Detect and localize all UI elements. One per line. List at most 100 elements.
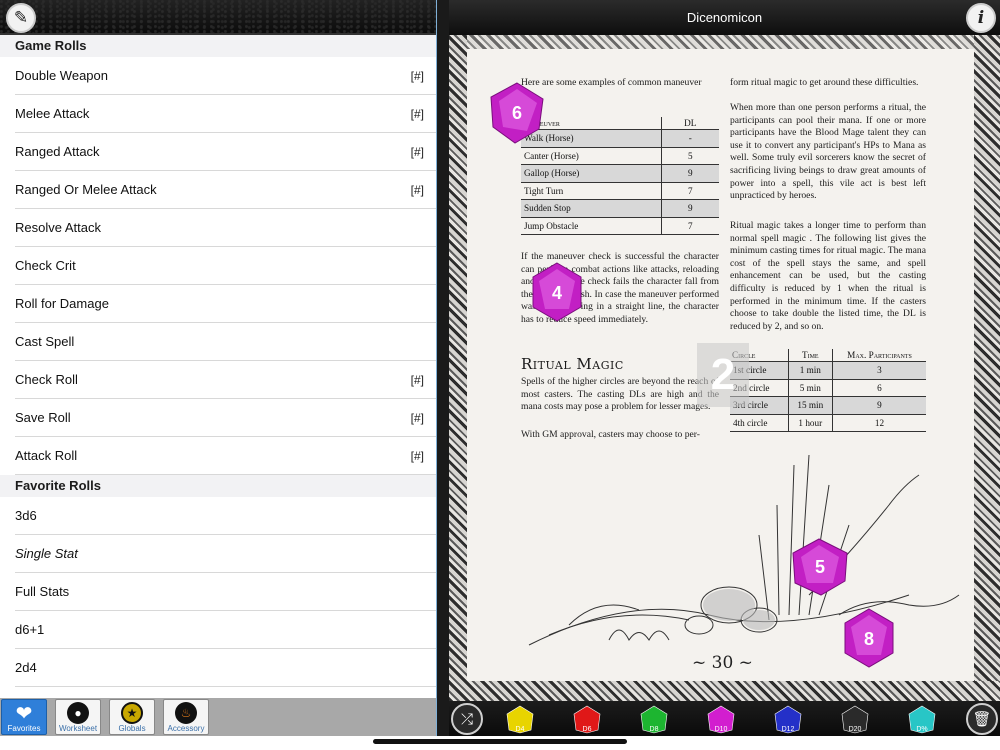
trash-button[interactable]: 🗑 xyxy=(966,703,998,735)
roll-row[interactable]: 3d6 xyxy=(0,497,436,535)
roll-row[interactable]: Check Crit xyxy=(0,247,436,285)
overlay-number: 2 xyxy=(697,343,749,407)
roll-label: Single Stat xyxy=(15,546,78,561)
table-cell: 7 xyxy=(660,217,719,235)
roll-row[interactable]: Save Roll [#] xyxy=(0,399,436,437)
roll-row[interactable]: Full Stats xyxy=(0,573,436,611)
rolled-die[interactable]: 8 xyxy=(841,607,897,669)
die-label: D8 xyxy=(649,726,659,733)
table-cell: 5 xyxy=(660,147,719,165)
die-face: 8 xyxy=(864,629,874,649)
roll-label: 2d4 xyxy=(15,660,37,675)
right-column-line: form ritual magic to get around these di… xyxy=(730,77,919,88)
circle-table: Circle Time Max. Participants 1st circle… xyxy=(730,349,926,432)
variable-tag: [#] xyxy=(410,107,424,121)
roll-row[interactable]: Melee Attack [#] xyxy=(0,95,436,133)
roll-label: 3d6 xyxy=(15,508,37,523)
roll-row[interactable]: d6+1 xyxy=(0,611,436,649)
roll-row[interactable]: Attack Roll [#] xyxy=(0,437,436,475)
die-button-d8[interactable]: D8 xyxy=(639,704,669,734)
rulebook-page[interactable]: Here are some examples of common maneuve… xyxy=(449,35,1000,701)
heart-icon: ❤ xyxy=(13,702,35,725)
rolled-die[interactable]: 4 xyxy=(529,261,585,323)
variable-tag: [#] xyxy=(410,411,424,425)
roll-label: Melee Attack xyxy=(15,106,90,121)
die-button-d10[interactable]: D10 xyxy=(706,704,736,734)
rolled-die[interactable]: 6 xyxy=(487,81,547,145)
roll-label: Save Roll xyxy=(15,410,71,425)
rocks-and-grass-illustration xyxy=(528,454,960,646)
die-button-d4[interactable]: D4 xyxy=(505,704,535,734)
roll-row[interactable]: Double Weapon [#] xyxy=(0,57,436,95)
roll-label: Ranged Or Melee Attack xyxy=(15,182,157,197)
tab-globals[interactable]: ★ Globals xyxy=(109,699,155,735)
pool-mana-paragraph: When more than one person performs a rit… xyxy=(730,102,926,202)
table-cell: Canter (Horse) xyxy=(521,147,661,165)
table-cell: 4th circle xyxy=(730,414,789,432)
roll-label: Roll for Damage xyxy=(15,296,109,311)
table-row: 4th circle 1 hour 12 xyxy=(730,414,926,432)
table-row: Canter (Horse) 5 xyxy=(521,147,719,165)
left-toolbar: ✎ xyxy=(0,0,436,35)
table-cell: 9 xyxy=(831,396,926,415)
roll-row[interactable]: Roll for Damage xyxy=(0,285,436,323)
die-face: 5 xyxy=(815,557,825,577)
page-number: ~ 30 ~ xyxy=(692,653,753,673)
die-label: D10 xyxy=(714,726,728,733)
roll-label: Full Stats xyxy=(15,584,70,599)
app-title: Dicenomicon xyxy=(686,10,763,25)
variable-tag: [#] xyxy=(410,373,424,387)
home-indicator[interactable] xyxy=(373,739,627,744)
table-row: 1st circle 1 min 3 xyxy=(730,361,926,380)
roll-row[interactable]: 2d4 xyxy=(0,649,436,687)
table-row: Sudden Stop 9 xyxy=(521,199,719,218)
die-label: D12 xyxy=(781,726,795,733)
roll-label: Attack Roll xyxy=(15,448,78,463)
participants-header: Max. Participants xyxy=(831,349,926,362)
maneuver-table: Maneuver DL Walk (Horse) - Canter (Horse) 5… xyxy=(521,117,719,235)
die-button-d12[interactable]: D12 xyxy=(773,704,803,734)
table-cell: 1 hour xyxy=(787,414,833,432)
roll-row[interactable]: Ranged Attack [#] xyxy=(0,133,436,171)
edit-button[interactable]: ✎ xyxy=(6,3,36,33)
table-cell: 9 xyxy=(660,199,719,218)
section-header-game-rolls: Game Rolls xyxy=(0,35,436,57)
die-label: D6 xyxy=(582,726,592,733)
shuffle-icon: ⤮ xyxy=(460,710,473,728)
star-icon: ★ xyxy=(121,702,143,724)
die-button-d20[interactable]: D20 xyxy=(840,704,870,734)
table-cell: 9 xyxy=(660,164,719,183)
table-cell: 12 xyxy=(831,414,926,432)
die-button-dpercent[interactable]: D% xyxy=(907,704,937,734)
roll-row[interactable]: Single Stat xyxy=(0,535,436,573)
die-button-d6[interactable]: D6 xyxy=(572,704,602,734)
table-cell: Gallop (Horse) xyxy=(521,164,661,183)
tab-worksheet[interactable]: ● Worksheet xyxy=(55,699,101,735)
ritual-magic-heading: Ritual Magic xyxy=(521,355,624,373)
roll-row[interactable]: Cast Spell xyxy=(0,323,436,361)
die-label: D4 xyxy=(515,726,525,733)
die-face: 4 xyxy=(552,283,562,303)
roll-row[interactable]: Check Roll [#] xyxy=(0,361,436,399)
variable-tag: [#] xyxy=(410,69,424,83)
info-button[interactable]: i xyxy=(966,3,996,33)
table-row: Walk (Horse) - xyxy=(521,129,719,148)
table-cell: Tight Turn xyxy=(521,182,661,200)
table-cell: 3 xyxy=(831,361,926,380)
die-label: D% xyxy=(916,726,928,733)
table-row: Tight Turn 7 xyxy=(521,182,719,200)
roll-label: Check Crit xyxy=(15,258,76,273)
roll-row[interactable]: Ranged Or Melee Attack [#] xyxy=(0,171,436,209)
trash-icon: 🗑 xyxy=(972,711,992,728)
person-icon: ● xyxy=(67,702,89,724)
roll-label: Check Roll xyxy=(15,372,78,387)
shuffle-button[interactable]: ⤮ xyxy=(451,703,483,735)
tab-accessory[interactable]: ♨ Accessory xyxy=(163,699,209,735)
table-cell: - xyxy=(660,129,719,148)
tab-favorites[interactable]: ❤ Favorites xyxy=(1,699,47,735)
table-cell: 6 xyxy=(831,379,926,397)
roll-list-pane: ✎ Game Rolls Double Weapon [#] Melee Attac… xyxy=(0,0,437,736)
rolled-die[interactable]: 5 xyxy=(789,537,851,597)
roll-row[interactable]: Resolve Attack xyxy=(0,209,436,247)
ritual-paragraph-cont: With GM approval, casters may choose to … xyxy=(521,429,700,440)
